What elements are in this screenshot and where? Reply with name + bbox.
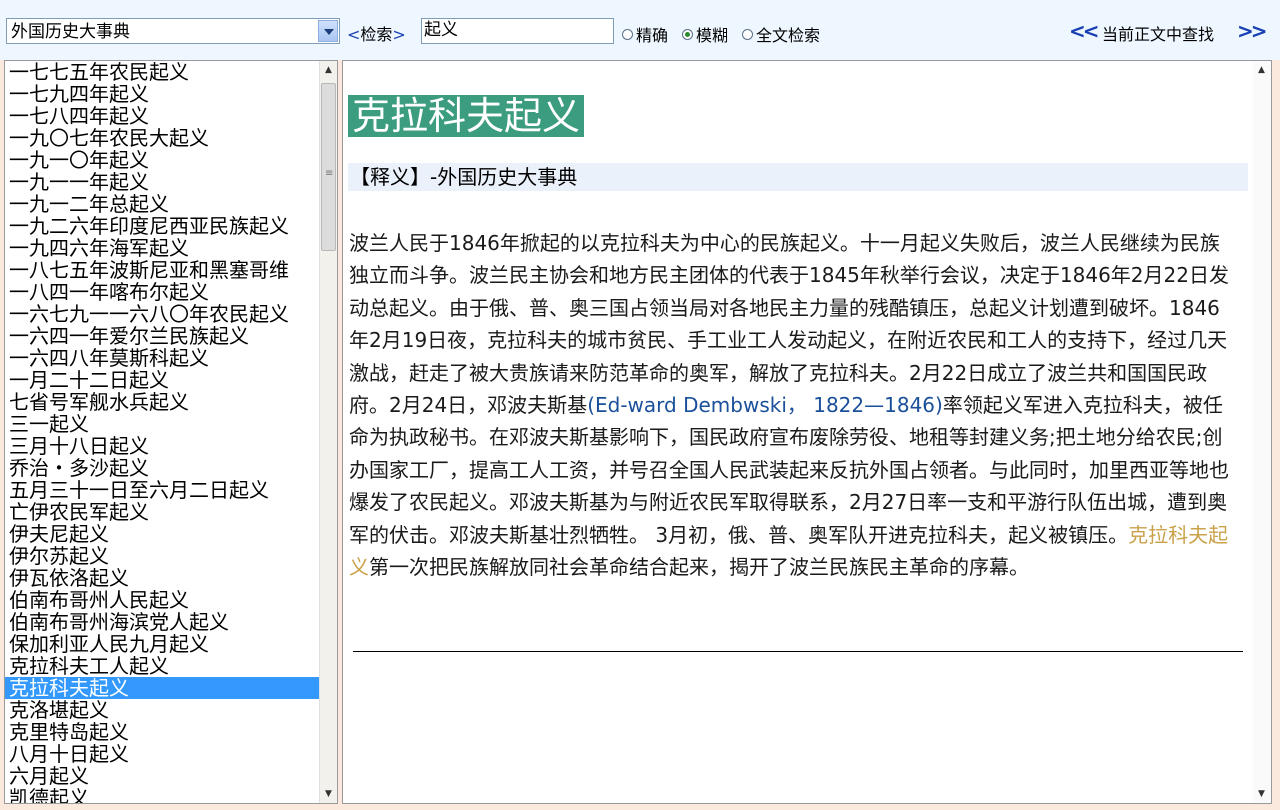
list-item[interactable]: 伊尔苏起义	[5, 545, 319, 567]
radio-fuzzy[interactable]: 模糊	[682, 22, 728, 46]
list-item[interactable]: 一八四一年喀布尔起义	[5, 281, 319, 303]
list-item[interactable]: 一九一二年总起义	[5, 193, 319, 215]
radio-exact[interactable]: 精确	[622, 22, 668, 46]
find-in-text-label: 当前正文中查找	[1102, 25, 1215, 44]
divider	[353, 651, 1243, 652]
list-item[interactable]: 克拉科夫工人起义	[5, 655, 319, 677]
search-input[interactable]: 起义	[421, 18, 614, 44]
find-prev-button[interactable]: <<	[1069, 19, 1099, 43]
list-item[interactable]: 伯南布哥州人民起义	[5, 589, 319, 611]
scroll-up-icon[interactable]: ▲	[320, 61, 337, 79]
list-item[interactable]: 八月十日起义	[5, 743, 319, 765]
radio-fuzzy-icon[interactable]	[682, 28, 693, 40]
entry-body: 波兰人民于1846年掀起的以克拉科夫为中心的民族起义。十一月起义失败后，波兰人民…	[349, 227, 1235, 583]
find-next-button[interactable]: >>	[1237, 19, 1267, 43]
list-item[interactable]: 凯德起义	[5, 787, 319, 803]
list-item[interactable]: 一九〇七年农民大起义	[5, 127, 319, 149]
list-item[interactable]: 一七七五年农民起义	[5, 61, 319, 83]
search-label-text: 检索	[360, 25, 393, 44]
radio-fulltext-label: 全文检索	[756, 26, 821, 45]
list-item[interactable]: 乔治・多沙起义	[5, 457, 319, 479]
list-item[interactable]: 一九一〇年起义	[5, 149, 319, 171]
list-scrollbar[interactable]: ▲ ≡ ▼	[319, 61, 337, 803]
entry-title: 克拉科夫起义	[348, 95, 585, 137]
list-item[interactable]: 一月二十二日起义	[5, 369, 319, 391]
list-item[interactable]: 一九四六年海军起义	[5, 237, 319, 259]
list-item[interactable]: 伯南布哥州海滨党人起义	[5, 611, 319, 633]
radio-fuzzy-label: 模糊	[696, 26, 729, 45]
radio-exact-label: 精确	[636, 26, 669, 45]
list-item[interactable]: 一九一一年起义	[5, 171, 319, 193]
list-item[interactable]: 克洛堪起义	[5, 699, 319, 721]
dictionary-select-value: 外国历史大事典	[11, 22, 130, 42]
scroll-up-icon[interactable]: ▲	[1253, 61, 1270, 79]
list-item[interactable]: 亡伊农民军起义	[5, 501, 319, 523]
dictionary-select[interactable]: 外国历史大事典	[6, 18, 340, 44]
list-item[interactable]: 伊夫尼起义	[5, 523, 319, 545]
radio-fulltext[interactable]: 全文检索	[742, 22, 820, 46]
list-item[interactable]: 一六四八年莫斯科起义	[5, 347, 319, 369]
list-item[interactable]: 三一起义	[5, 413, 319, 435]
body-text-part1: 波兰人民于1846年掀起的以克拉科夫为中心的民族起义。十一月起义失败后，波兰人民…	[349, 231, 1229, 418]
list-item[interactable]: 克拉科夫起义	[5, 677, 319, 699]
list-item[interactable]: 一九二六年印度尼西亚民族起义	[5, 215, 319, 237]
list-item[interactable]: 保加利亚人民九月起义	[5, 633, 319, 655]
scroll-thumb[interactable]: ≡	[321, 83, 336, 251]
scroll-down-icon[interactable]: ▼	[320, 785, 337, 803]
search-label: <检索>	[347, 21, 406, 45]
list-item[interactable]: 一六七九一一六八〇年农民起义	[5, 303, 319, 325]
body-text-part3: 第一次把民族解放同社会革命结合起来，揭开了波兰民族民主革命的序幕。	[369, 555, 1029, 580]
radio-exact-icon[interactable]	[622, 28, 633, 40]
list-item[interactable]: 五月三十一日至六月二日起义	[5, 479, 319, 501]
toolbar: 外国历史大事典 <检索> 起义 精确 模糊 全文检索 << 当前正文中查找 >>	[0, 0, 1280, 60]
bracket-close: >	[392, 25, 406, 44]
list-item[interactable]: 克里特岛起义	[5, 721, 319, 743]
entry-source: 【释义】-外国历史大事典	[348, 163, 1248, 191]
grip-icon: ≡	[325, 168, 334, 179]
entry-content: 克拉科夫起义 【释义】-外国历史大事典 波兰人民于1846年掀起的以克拉科夫为中…	[342, 60, 1272, 804]
chevron-down-icon[interactable]	[318, 20, 338, 42]
radio-fulltext-icon[interactable]	[742, 28, 753, 40]
list-item[interactable]: 六月起义	[5, 765, 319, 787]
list-item[interactable]: 一七八四年起义	[5, 105, 319, 127]
entry-list[interactable]: 一七七五年农民起义 一七九四年起义 一七八四年起义 一九〇七年农民大起义 一九一〇年起义…	[4, 60, 338, 804]
scroll-down-icon[interactable]: ▼	[1253, 785, 1270, 803]
list-item[interactable]: 一七九四年起义	[5, 83, 319, 105]
list-item[interactable]: 伊瓦依洛起义	[5, 567, 319, 589]
content-scrollbar[interactable]: ▲ ▼	[1253, 61, 1271, 803]
list-item[interactable]: 七省号军舰水兵起义	[5, 391, 319, 413]
entry-list-items: 一七七五年农民起义 一七九四年起义 一七八四年起义 一九〇七年农民大起义 一九一〇年起义…	[5, 61, 319, 803]
list-item[interactable]: 三月十八日起义	[5, 435, 319, 457]
list-item[interactable]: 一六四一年爱尔兰民族起义	[5, 325, 319, 347]
body-english-name: (Ed-ward Dembwski， 1822—1846)	[587, 393, 943, 418]
list-item[interactable]: 一八七五年波斯尼亚和黑塞哥维	[5, 259, 319, 281]
bracket-open: <	[347, 25, 361, 44]
